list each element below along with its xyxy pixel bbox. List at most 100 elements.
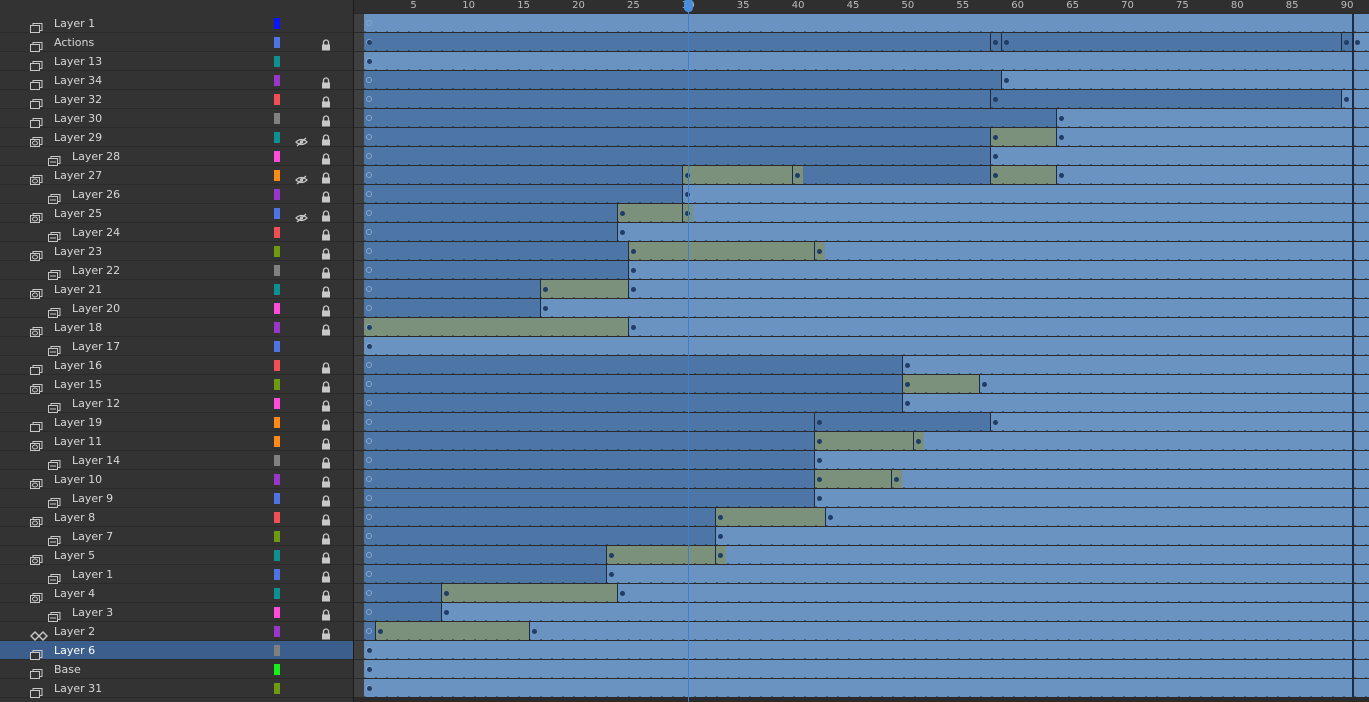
layer-color-swatch[interactable] xyxy=(274,664,280,675)
keyframe[interactable] xyxy=(992,154,998,159)
layer-color-swatch[interactable] xyxy=(274,227,280,238)
keyframe[interactable] xyxy=(367,344,372,349)
frame-ruler[interactable]: 51015202530354045505560657075808590 xyxy=(354,0,1369,13)
lock-icon[interactable] xyxy=(321,226,331,241)
layer-color-swatch[interactable] xyxy=(274,94,280,105)
layer-icon[interactable] xyxy=(30,94,43,109)
layer-icon[interactable] xyxy=(30,645,43,660)
keyframe[interactable] xyxy=(608,572,614,577)
lock-icon[interactable] xyxy=(321,568,331,583)
layer-name[interactable]: Layer 26 xyxy=(72,188,120,201)
lock-icon[interactable] xyxy=(321,606,331,621)
layer-row[interactable]: Layer 15 xyxy=(0,375,353,394)
keyframe[interactable] xyxy=(630,287,636,292)
layer-name[interactable]: Layer 8 xyxy=(54,511,95,524)
eye-hidden-icon[interactable] xyxy=(295,208,308,223)
keyframe[interactable] xyxy=(608,553,614,558)
lock-icon[interactable] xyxy=(321,150,331,165)
empty-keyframe[interactable] xyxy=(366,514,372,520)
layer-name[interactable]: Layer 17 xyxy=(72,340,120,353)
keyframe[interactable] xyxy=(367,686,372,691)
layer-row[interactable]: Layer 26 xyxy=(0,185,353,204)
mask-icon[interactable] xyxy=(30,132,43,147)
layer-row[interactable]: Layer 32 xyxy=(0,90,353,109)
layer-name[interactable]: Layer 13 xyxy=(54,55,102,68)
layer-name[interactable]: Layer 12 xyxy=(72,397,120,410)
layer-name[interactable]: Layer 30 xyxy=(54,112,102,125)
layer-row[interactable]: Actions xyxy=(0,33,353,52)
lock-icon[interactable] xyxy=(321,435,331,450)
lock-icon[interactable] xyxy=(321,492,331,507)
lock-icon[interactable] xyxy=(321,473,331,488)
keyframe[interactable] xyxy=(377,629,383,634)
masked-icon[interactable] xyxy=(48,531,61,546)
layer-name[interactable]: Layer 1 xyxy=(72,568,113,581)
lock-icon[interactable] xyxy=(321,378,331,393)
keyframe[interactable] xyxy=(817,496,823,501)
empty-keyframe[interactable] xyxy=(366,229,372,235)
layer-row[interactable]: Layer 9 xyxy=(0,489,353,508)
frame-track[interactable] xyxy=(354,261,1369,279)
layer-row[interactable]: Layer 21 xyxy=(0,280,353,299)
layer-name[interactable]: Layer 24 xyxy=(72,226,120,239)
mask-icon[interactable] xyxy=(30,284,43,299)
layer-row[interactable]: Layer 34 xyxy=(0,71,353,90)
layer-name[interactable]: Layer 25 xyxy=(54,207,102,220)
empty-keyframe[interactable] xyxy=(366,628,372,634)
frame-track[interactable] xyxy=(354,527,1369,545)
layer-row[interactable]: Layer 1 xyxy=(0,565,353,584)
lock-icon[interactable] xyxy=(321,530,331,545)
playhead-handle[interactable] xyxy=(683,0,693,12)
keyframe[interactable] xyxy=(992,173,998,178)
mask-icon[interactable] xyxy=(30,208,43,223)
lock-icon[interactable] xyxy=(321,397,331,412)
layer-color-swatch[interactable] xyxy=(274,246,280,257)
frame-track[interactable] xyxy=(354,375,1369,393)
mask-icon[interactable] xyxy=(30,436,43,451)
layer-color-swatch[interactable] xyxy=(274,18,280,29)
keyframe[interactable] xyxy=(905,401,911,406)
motion-tween[interactable] xyxy=(814,432,924,450)
layer-name[interactable]: Layer 7 xyxy=(72,530,113,543)
frame-track[interactable] xyxy=(354,470,1369,488)
layer-color-swatch[interactable] xyxy=(274,512,280,523)
keyframe[interactable] xyxy=(916,439,921,444)
layer-name[interactable]: Layer 32 xyxy=(54,93,102,106)
mask-icon[interactable] xyxy=(30,588,43,603)
layer-icon[interactable] xyxy=(30,56,43,71)
lock-icon[interactable] xyxy=(321,416,331,431)
masked-icon[interactable] xyxy=(48,189,61,204)
empty-keyframe[interactable] xyxy=(366,153,372,159)
frame-track[interactable] xyxy=(354,299,1369,317)
keyframe[interactable] xyxy=(1003,78,1009,83)
frame-track[interactable] xyxy=(354,489,1369,507)
empty-keyframe[interactable] xyxy=(366,267,372,273)
keyframe[interactable] xyxy=(619,230,625,235)
layer-color-swatch[interactable] xyxy=(274,379,280,390)
keyframe[interactable] xyxy=(367,40,372,45)
layer-color-swatch[interactable] xyxy=(274,151,280,162)
keyframe[interactable] xyxy=(992,420,998,425)
layer-name[interactable]: Layer 20 xyxy=(72,302,120,315)
frame-track[interactable] xyxy=(354,33,1369,51)
mask-icon[interactable] xyxy=(30,170,43,185)
layer-name[interactable]: Layer 29 xyxy=(54,131,102,144)
frame-track[interactable] xyxy=(354,223,1369,241)
layer-row[interactable]: Layer 7 xyxy=(0,527,353,546)
empty-keyframe[interactable] xyxy=(366,286,372,292)
lock-icon[interactable] xyxy=(321,321,331,336)
mask-icon[interactable] xyxy=(30,246,43,261)
layer-icon[interactable] xyxy=(30,113,43,128)
empty-keyframe[interactable] xyxy=(366,552,372,558)
keyframe[interactable] xyxy=(542,287,548,292)
layer-color-swatch[interactable] xyxy=(274,170,280,181)
keyframe[interactable] xyxy=(905,363,911,368)
timeline-panel[interactable]: 51015202530354045505560657075808590 xyxy=(354,0,1369,702)
layer-name[interactable]: Layer 19 xyxy=(54,416,102,429)
layer-color-swatch[interactable] xyxy=(274,569,280,580)
layer-row[interactable]: Layer 8 xyxy=(0,508,353,527)
layer-name[interactable]: Layer 22 xyxy=(72,264,120,277)
layer-row[interactable]: Layer 19 xyxy=(0,413,353,432)
layer-row[interactable]: Layer 6 xyxy=(0,641,353,660)
layer-row[interactable]: Layer 31 xyxy=(0,679,353,698)
